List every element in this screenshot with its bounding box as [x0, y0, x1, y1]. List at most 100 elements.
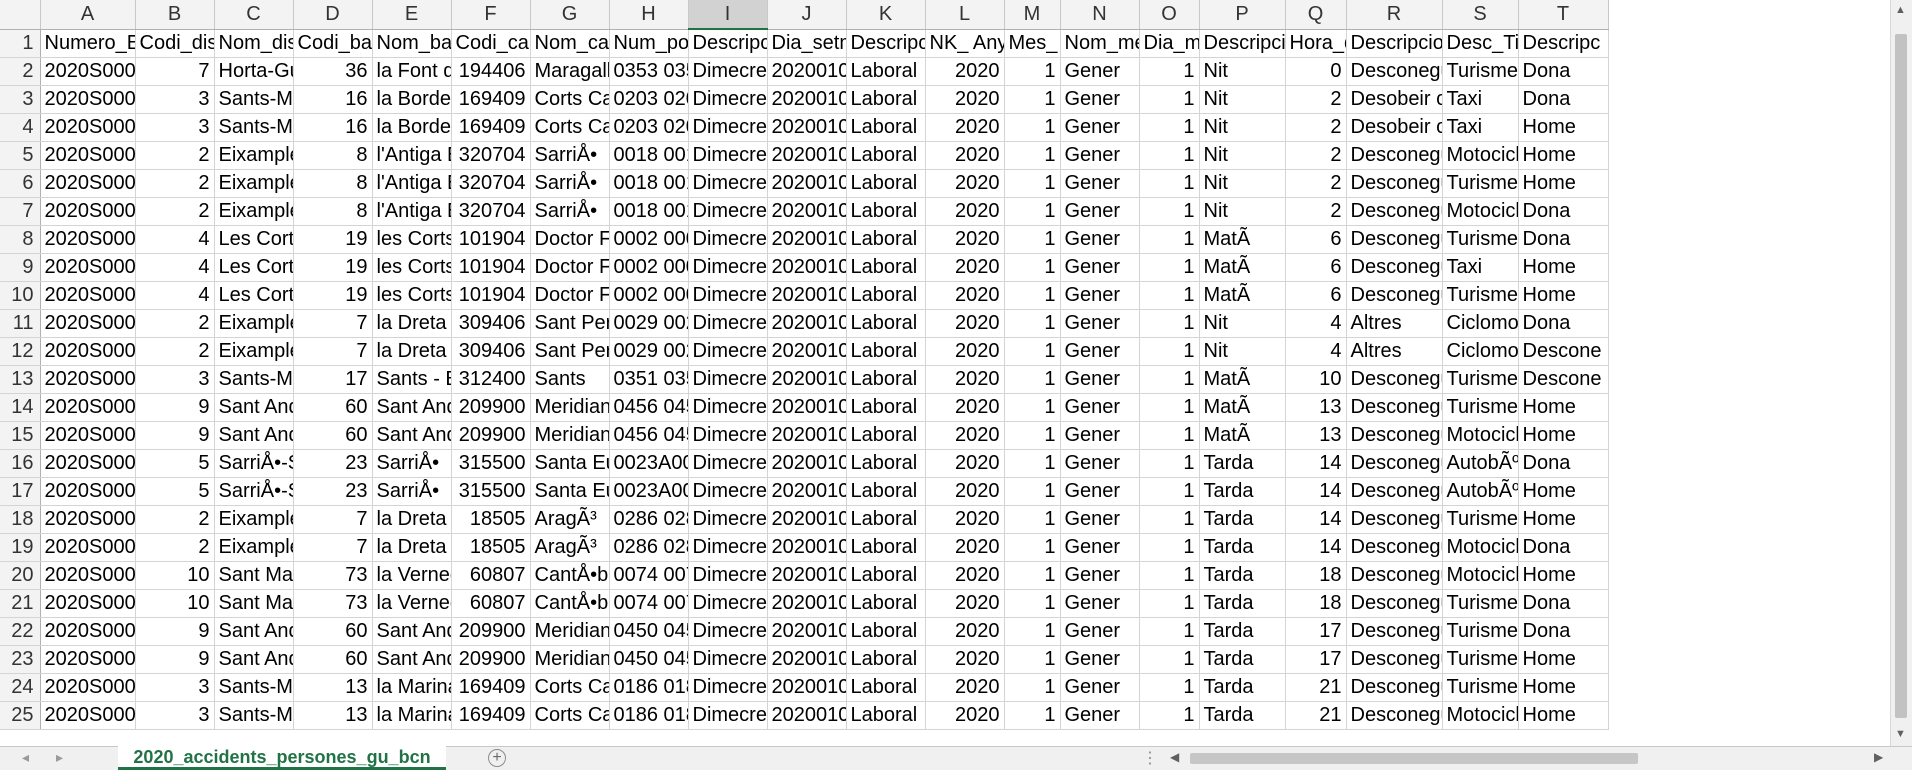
cell-r11[interactable]: Altres [1346, 309, 1443, 338]
cell-e1[interactable]: Nom_barr [372, 29, 452, 58]
cell-k17[interactable]: Laboral [846, 477, 926, 506]
cell-f14[interactable]: 209900 [451, 393, 531, 422]
cell-j2[interactable]: 20200101 [767, 57, 847, 86]
cell-h10[interactable]: 0002 0002 [609, 281, 689, 310]
cell-i19[interactable]: Dimecres [688, 533, 768, 562]
cell-l19[interactable]: 2020 [925, 533, 1005, 562]
cell-h7[interactable]: 0018 0018 [609, 197, 689, 226]
cell-f12[interactable]: 309406 [451, 337, 531, 366]
cell-l4[interactable]: 2020 [925, 113, 1005, 142]
cell-s4[interactable]: Taxi [1442, 113, 1519, 142]
row-header[interactable]: 7 [0, 197, 41, 226]
cell-e20[interactable]: la Verneda [372, 561, 452, 590]
column-header-n[interactable]: N [1060, 0, 1140, 30]
cell-f11[interactable]: 309406 [451, 309, 531, 338]
cell-n9[interactable]: Gener [1060, 253, 1140, 282]
row-header[interactable]: 17 [0, 477, 41, 506]
cell-m8[interactable]: 1 [1004, 225, 1061, 254]
horizontal-scrollbar[interactable]: ◀ ▶ [1168, 749, 1890, 767]
cell-e21[interactable]: la Verneda [372, 589, 452, 618]
cell-k18[interactable]: Laboral [846, 505, 926, 534]
cell-p19[interactable]: Tarda [1199, 533, 1286, 562]
cell-m9[interactable]: 1 [1004, 253, 1061, 282]
cell-c1[interactable]: Nom_distr [214, 29, 294, 58]
cell-p10[interactable]: MatÃ­ [1199, 281, 1286, 310]
cell-i15[interactable]: Dimecres [688, 421, 768, 450]
cell-m18[interactable]: 1 [1004, 505, 1061, 534]
cell-q7[interactable]: 2 [1285, 197, 1347, 226]
cell-l12[interactable]: 2020 [925, 337, 1005, 366]
row-header[interactable]: 25 [0, 701, 41, 730]
column-header-a[interactable]: A [40, 0, 136, 30]
cell-p22[interactable]: Tarda [1199, 617, 1286, 646]
cell-g23[interactable]: Meridiana [530, 645, 610, 674]
cell-i1[interactable]: Descripcio [688, 29, 768, 58]
cell-h13[interactable]: 0351 0355 [609, 365, 689, 394]
cell-r21[interactable]: Desconegu [1346, 589, 1443, 618]
cell-l24[interactable]: 2020 [925, 673, 1005, 702]
cell-o19[interactable]: 1 [1139, 533, 1200, 562]
cell-g21[interactable]: CantÅ•bri [530, 589, 610, 618]
cell-c8[interactable]: Les Corts [214, 225, 294, 254]
cell-r19[interactable]: Desconegu [1346, 533, 1443, 562]
cell-h2[interactable]: 0353 0355 [609, 57, 689, 86]
cell-k4[interactable]: Laboral [846, 113, 926, 142]
cell-b8[interactable]: 4 [135, 225, 215, 254]
cell-t20[interactable]: Home [1518, 561, 1609, 590]
cell-n6[interactable]: Gener [1060, 169, 1140, 198]
column-header-k[interactable]: K [846, 0, 926, 30]
cell-a18[interactable]: 2020S0000 [40, 505, 136, 534]
row-header[interactable]: 4 [0, 113, 41, 142]
cell-m11[interactable]: 1 [1004, 309, 1061, 338]
cell-t5[interactable]: Home [1518, 141, 1609, 170]
cell-k23[interactable]: Laboral [846, 645, 926, 674]
cell-t24[interactable]: Home [1518, 673, 1609, 702]
horizontal-scroll-thumb[interactable] [1190, 753, 1638, 764]
row-header[interactable]: 23 [0, 645, 41, 674]
cell-m10[interactable]: 1 [1004, 281, 1061, 310]
cell-g3[interactable]: Corts Cata [530, 85, 610, 114]
cell-c22[interactable]: Sant Andr [214, 617, 294, 646]
cell-f8[interactable]: 101904 [451, 225, 531, 254]
row-header[interactable]: 13 [0, 365, 41, 394]
cell-l2[interactable]: 2020 [925, 57, 1005, 86]
cell-j17[interactable]: 20200101 [767, 477, 847, 506]
column-header-m[interactable]: M [1004, 0, 1061, 30]
cell-i3[interactable]: Dimecres [688, 85, 768, 114]
cell-q23[interactable]: 17 [1285, 645, 1347, 674]
cell-m17[interactable]: 1 [1004, 477, 1061, 506]
cell-p6[interactable]: Nit [1199, 169, 1286, 198]
cell-s2[interactable]: Turisme [1442, 57, 1519, 86]
cell-t14[interactable]: Home [1518, 393, 1609, 422]
cell-p11[interactable]: Nit [1199, 309, 1286, 338]
cell-q17[interactable]: 14 [1285, 477, 1347, 506]
cell-d23[interactable]: 60 [293, 645, 373, 674]
cell-o4[interactable]: 1 [1139, 113, 1200, 142]
cell-a14[interactable]: 2020S0000 [40, 393, 136, 422]
cell-g2[interactable]: Maragall [530, 57, 610, 86]
cell-d25[interactable]: 13 [293, 701, 373, 730]
cell-n17[interactable]: Gener [1060, 477, 1140, 506]
cell-t15[interactable]: Home [1518, 421, 1609, 450]
cell-m5[interactable]: 1 [1004, 141, 1061, 170]
cell-n16[interactable]: Gener [1060, 449, 1140, 478]
cell-h24[interactable]: 0186 0186 [609, 673, 689, 702]
cell-q15[interactable]: 13 [1285, 421, 1347, 450]
column-header-t[interactable]: T [1518, 0, 1609, 30]
cell-d20[interactable]: 73 [293, 561, 373, 590]
cell-n8[interactable]: Gener [1060, 225, 1140, 254]
cell-e17[interactable]: SarriÅ• [372, 477, 452, 506]
cell-f4[interactable]: 169409 [451, 113, 531, 142]
cell-i17[interactable]: Dimecres [688, 477, 768, 506]
cell-r7[interactable]: Desconegu [1346, 197, 1443, 226]
cell-k8[interactable]: Laboral [846, 225, 926, 254]
cell-q2[interactable]: 0 [1285, 57, 1347, 86]
cell-p24[interactable]: Tarda [1199, 673, 1286, 702]
cell-o16[interactable]: 1 [1139, 449, 1200, 478]
cell-k21[interactable]: Laboral [846, 589, 926, 618]
cell-m6[interactable]: 1 [1004, 169, 1061, 198]
cell-m22[interactable]: 1 [1004, 617, 1061, 646]
cell-n21[interactable]: Gener [1060, 589, 1140, 618]
row-header[interactable]: 21 [0, 589, 41, 618]
cell-o21[interactable]: 1 [1139, 589, 1200, 618]
